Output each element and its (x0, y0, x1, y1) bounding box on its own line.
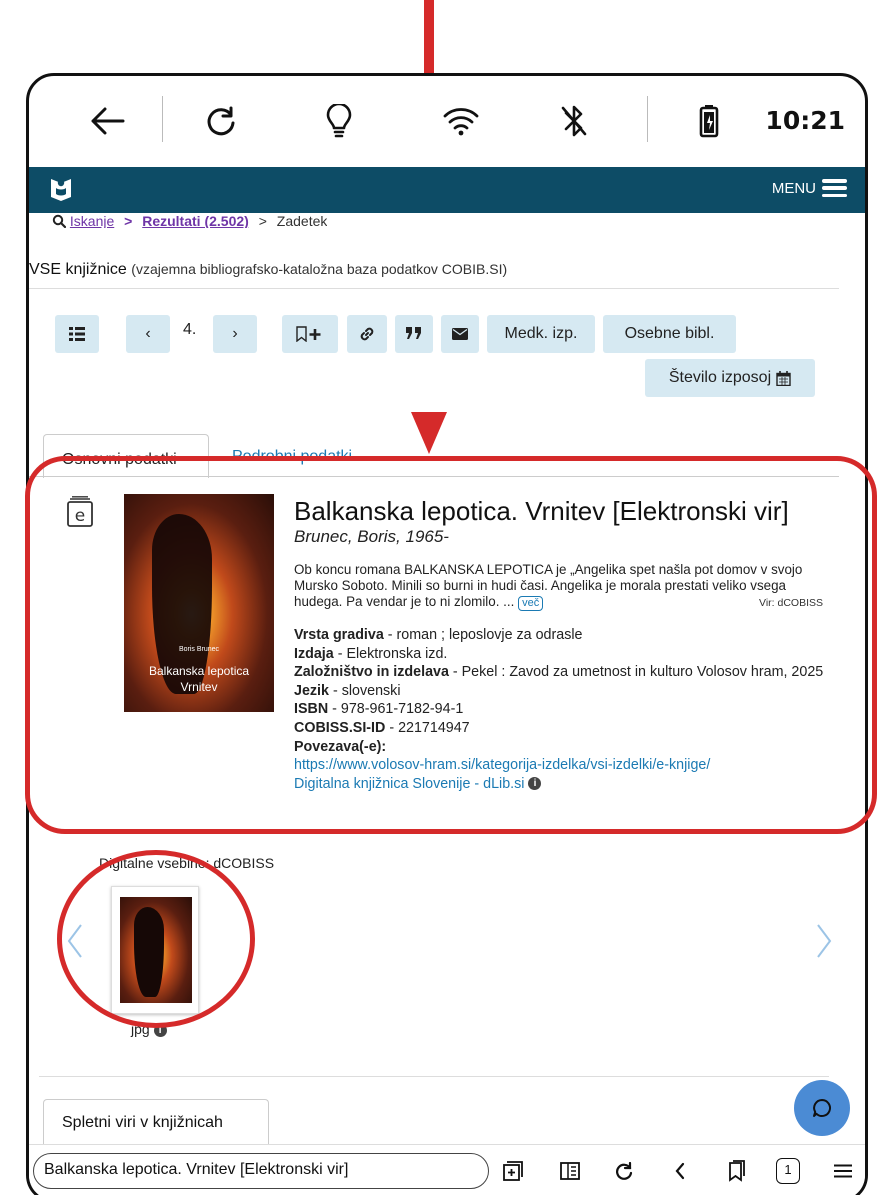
bluetooth-off-icon[interactable] (554, 101, 594, 141)
refresh-icon[interactable] (201, 101, 241, 141)
clock: 10:21 (765, 106, 845, 135)
status-bar: 10:21 (29, 76, 865, 166)
language-row: Jezik - slovenski (294, 682, 401, 699)
dlib-link[interactable]: Digitalna knjižnica Slovenije - dLib.si (294, 776, 524, 792)
chat-icon (813, 1099, 831, 1117)
status-separator (162, 96, 163, 142)
back-arrow-icon[interactable] (87, 101, 127, 141)
next-result-button[interactable]: › (213, 315, 257, 353)
quote-icon (406, 327, 421, 339)
description-text: Ob koncu romana BALKANSKA LEPOTICA je „A… (294, 562, 803, 609)
breadcrumb: Iskanje > Rezultati (2.502) > Zadetek (52, 214, 327, 228)
links-label: Povezava(-e): (294, 738, 387, 755)
new-tab-icon[interactable] (499, 1157, 527, 1185)
link-icon (360, 327, 374, 341)
cover-author: Boris Brunec (178, 646, 220, 653)
search-icon (52, 214, 67, 228)
page-subtitle: (vzajemna bibliografsko-kataložna baza p… (131, 261, 508, 277)
email-button[interactable] (441, 315, 479, 353)
isbn-row: ISBN - 978-961-7182-94-1 (294, 701, 464, 718)
info-icon[interactable]: i (153, 1023, 167, 1037)
back-icon[interactable] (666, 1157, 694, 1185)
tab-web-sources[interactable]: Spletni viri v knjižnicah (43, 1099, 269, 1145)
reader-view-icon[interactable] (556, 1157, 584, 1185)
breadcrumb-current: Zadetek (276, 214, 328, 228)
result-number: 4. (183, 321, 197, 338)
divider (39, 1076, 829, 1077)
digital-contents-label: Digitalne vsebine: dCOBISS (99, 855, 275, 871)
page-title: VSE knjižnice (29, 261, 127, 278)
thumbnail-silhouette (134, 907, 164, 997)
cobiss-id-row: COBISS.SI-ID - 221714947 (294, 719, 470, 736)
app-bar: MENU (29, 167, 865, 213)
info-icon[interactable]: i (528, 777, 542, 791)
tab-divider (29, 476, 839, 477)
tab-basic-data[interactable]: Osnovni podatki (43, 434, 209, 478)
breadcrumb-results-link[interactable]: Rezultati (2.502) (142, 214, 249, 228)
bookmarks-icon[interactable] (722, 1157, 750, 1185)
calendar-icon (776, 370, 791, 386)
record-metadata: Vrsta gradiva - roman ; leposlovje za od… (294, 626, 824, 793)
add-bookmark-button[interactable] (282, 315, 338, 353)
envelope-icon (452, 328, 468, 340)
citation-button[interactable] (395, 315, 433, 353)
breadcrumb-separator: > (124, 214, 133, 228)
book-cover-image[interactable]: Boris Brunec Balkanska lepotica Vrnitev (124, 494, 274, 712)
status-separator (647, 96, 648, 142)
digital-thumbnail[interactable] (111, 886, 199, 1014)
lightbulb-icon[interactable] (319, 101, 359, 141)
tab-detailed-data[interactable]: Podrobni podatki (232, 448, 352, 466)
list-view-button[interactable] (55, 315, 99, 353)
library-logo-icon[interactable] (49, 175, 73, 203)
battery-icon (689, 101, 729, 141)
material-type-row: Vrsta gradiva - roman ; leposlovje za od… (294, 627, 583, 643)
divider (29, 288, 839, 289)
menu-button[interactable]: MENU (772, 179, 847, 197)
chat-button[interactable] (794, 1080, 850, 1136)
browser-bottom-bar: Balkanska lepotica. Vrnitev [Elektronski… (29, 1144, 865, 1195)
bookmark-plus-icon (296, 326, 321, 342)
interlibrary-loan-button[interactable]: Medk. izp. (487, 315, 595, 353)
ebook-icon: e (66, 496, 94, 528)
publisher-row: Založništvo in izdelava - Pekel : Zavod … (294, 664, 824, 681)
carousel-prev-icon[interactable] (65, 921, 85, 961)
tabs-count-button[interactable]: 1 (774, 1157, 802, 1185)
edition-row: Izdaja - Elektronska izd. (294, 645, 448, 662)
personal-bibliography-button[interactable]: Osebne bibl. (603, 315, 736, 353)
wifi-icon[interactable] (441, 101, 481, 141)
thumbnail-image (120, 897, 192, 1003)
hamburger-icon (822, 179, 847, 197)
file-type: jpg i (131, 1021, 167, 1037)
address-bar[interactable]: Balkanska lepotica. Vrnitev [Elektronski… (33, 1153, 489, 1189)
menu-label: MENU (771, 179, 816, 197)
more-button[interactable]: več (518, 596, 544, 611)
list-icon (69, 327, 85, 341)
record-title: Balkanska lepotica. Vrnitev [Elektronski… (294, 496, 789, 526)
breadcrumb-separator: > (258, 214, 267, 228)
link-button[interactable] (347, 315, 387, 353)
annotation-arrowhead (411, 412, 447, 454)
publisher-link[interactable]: https://www.volosov-hram.si/kategorija-i… (294, 757, 710, 773)
page-heading: VSE knjižnice (vzajemna bibliografsko-ka… (29, 261, 507, 279)
tabs-count: 1 (776, 1158, 800, 1184)
loan-count-label: Število izposoj (668, 369, 772, 386)
chevron-left-icon: ‹ (145, 325, 151, 342)
carousel-next-icon[interactable] (814, 921, 834, 961)
description-source: Vir: dCOBISS (759, 597, 823, 609)
reload-icon[interactable] (610, 1157, 638, 1185)
loan-count-button[interactable]: Število izposoj (645, 359, 815, 397)
cover-title-line2: Vrnitev (180, 680, 218, 694)
prev-result-button[interactable]: ‹ (126, 315, 170, 353)
chevron-right-icon: › (232, 325, 238, 342)
device-frame: 10:21 MENU Iskanje > Rezultati (2.502) >… (26, 73, 868, 1195)
record-author[interactable]: Brunec, Boris, 1965- (294, 527, 449, 547)
cover-title-line1: Balkanska lepotica (148, 664, 250, 678)
hamburger-menu-icon[interactable] (829, 1157, 857, 1185)
svg-text:e: e (75, 506, 85, 526)
file-type-label: jpg (131, 1021, 150, 1037)
breadcrumb-search-link[interactable]: Iskanje (70, 214, 114, 228)
record-description: Ob koncu romana BALKANSKA LEPOTICA je „A… (294, 562, 824, 611)
